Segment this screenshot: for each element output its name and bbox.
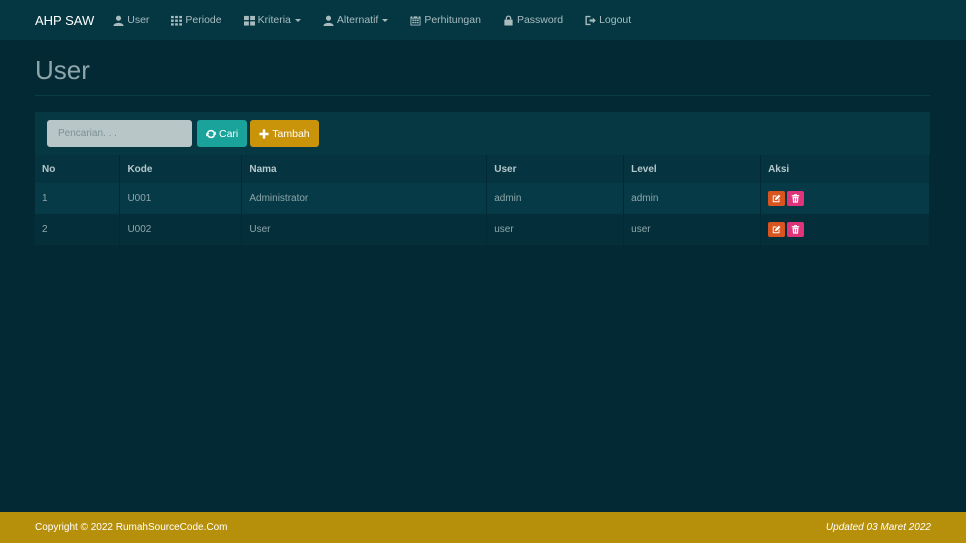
tambah-label: Tambah [272, 127, 310, 140]
brand-link[interactable]: AHP SAW [35, 13, 94, 28]
user-panel: Cari Tambah No Kode Nama User Level Aksi [35, 112, 930, 247]
footer: Copyright © 2022 RumahSourceCode.Com Upd… [0, 512, 966, 543]
search-input[interactable] [47, 120, 192, 147]
header-divider [35, 95, 930, 96]
cari-button[interactable]: Cari [197, 120, 248, 147]
cell-aksi [760, 183, 930, 214]
nav-item-kriteria[interactable]: Kriteria [233, 0, 312, 40]
trash-icon [791, 194, 800, 203]
nav-item-password[interactable]: Password [492, 0, 574, 40]
cell-nama: Administrator [241, 183, 488, 214]
table-row: 2 U002 User user user [35, 214, 930, 245]
nav-item-user[interactable]: User [102, 0, 160, 40]
top-navbar: AHP SAW User Periode Kriteria Alternatif… [0, 0, 966, 40]
user-icon [113, 15, 124, 26]
edit-button[interactable] [768, 222, 786, 237]
nav-item-label: Logout [599, 14, 632, 26]
nav-item-alternatif[interactable]: Alternatif [312, 0, 399, 40]
cell-level: admin [623, 183, 762, 214]
cari-label: Cari [219, 127, 239, 140]
search-toolbar: Cari Tambah [35, 112, 930, 155]
cell-nama: User [241, 214, 488, 245]
column-header: No [35, 155, 121, 183]
cell-level: user [623, 214, 762, 245]
column-header: Kode [119, 155, 243, 183]
footer-updated: Updated 03 Maret 2022 [825, 522, 931, 533]
nav-item-label: User [127, 14, 150, 26]
table-header-row: No Kode Nama User Level Aksi [35, 155, 930, 183]
grid-icon [171, 15, 183, 26]
lock-icon [503, 14, 514, 26]
page-title: User [35, 55, 90, 85]
cell-user: admin [486, 183, 625, 214]
cell-no: 1 [35, 183, 121, 214]
nav-item-periode[interactable]: Periode [160, 0, 232, 40]
column-header: Nama [241, 155, 488, 183]
edit-button[interactable] [768, 191, 786, 206]
delete-button[interactable] [787, 222, 805, 237]
nav-item-label: Kriteria [257, 14, 291, 26]
caret-down-icon [294, 18, 301, 22]
user-table: No Kode Nama User Level Aksi 1 U001 Admi… [35, 155, 930, 245]
user-icon [323, 15, 334, 26]
cell-aksi [760, 214, 930, 245]
column-header: Level [623, 155, 762, 183]
column-header: Aksi [760, 155, 930, 183]
edit-icon [772, 194, 781, 203]
cell-no: 2 [35, 214, 121, 245]
delete-button[interactable] [787, 191, 805, 206]
cell-kode: U002 [119, 214, 243, 245]
nav-item-logout[interactable]: Logout [574, 0, 642, 40]
nav-item-label: Password [516, 14, 564, 26]
tambah-button[interactable]: Tambah [250, 120, 319, 147]
footer-copyright: Copyright © 2022 RumahSourceCode.Com [35, 522, 228, 533]
edit-icon [772, 225, 781, 234]
nav-item-label: Periode [185, 14, 222, 26]
nav-item-label: Alternatif [336, 14, 379, 26]
table-row: 1 U001 Administrator admin admin [35, 183, 930, 214]
nav-item-perhitungan[interactable]: Perhitungan [399, 0, 492, 40]
trash-icon [791, 225, 800, 234]
cell-kode: U001 [119, 183, 243, 214]
nav-item-label: Perhitungan [424, 14, 481, 26]
column-header: User [486, 155, 625, 183]
calendar-icon [410, 14, 421, 26]
refresh-icon [206, 129, 219, 139]
caret-down-icon [382, 18, 389, 22]
logout-icon [585, 15, 596, 26]
plus-icon [259, 128, 272, 139]
cell-user: user [486, 214, 625, 245]
grid-large-icon [243, 15, 255, 26]
